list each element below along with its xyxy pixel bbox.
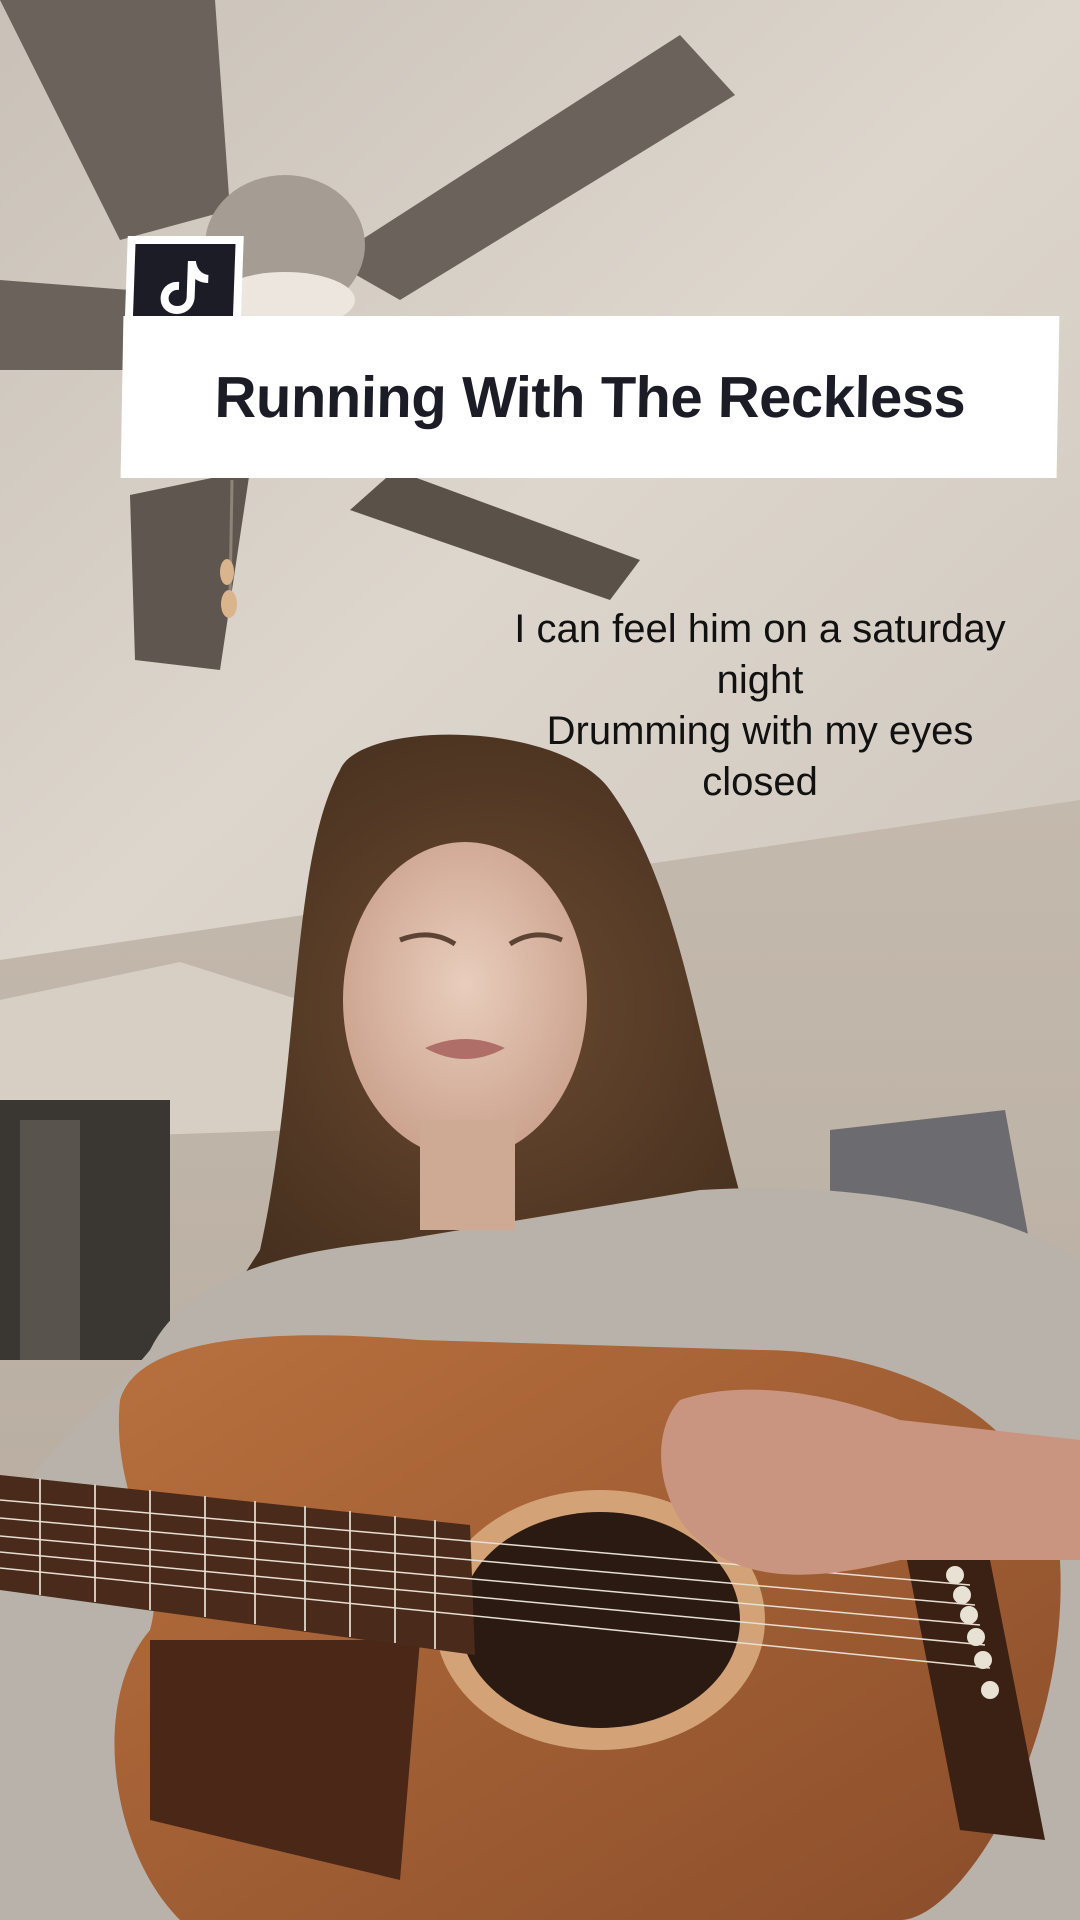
lyric-line: closed bbox=[702, 760, 818, 804]
lyrics-caption: I can feel him on a saturday night Drumm… bbox=[480, 604, 1040, 808]
song-title-card: Running With The Reckless bbox=[120, 316, 1060, 478]
lyric-line: Drumming with my eyes bbox=[546, 709, 974, 753]
song-title: Running With The Reckless bbox=[214, 364, 966, 430]
lyric-line: night bbox=[716, 658, 804, 702]
lyric-line: I can feel him on a saturday bbox=[514, 607, 1006, 651]
